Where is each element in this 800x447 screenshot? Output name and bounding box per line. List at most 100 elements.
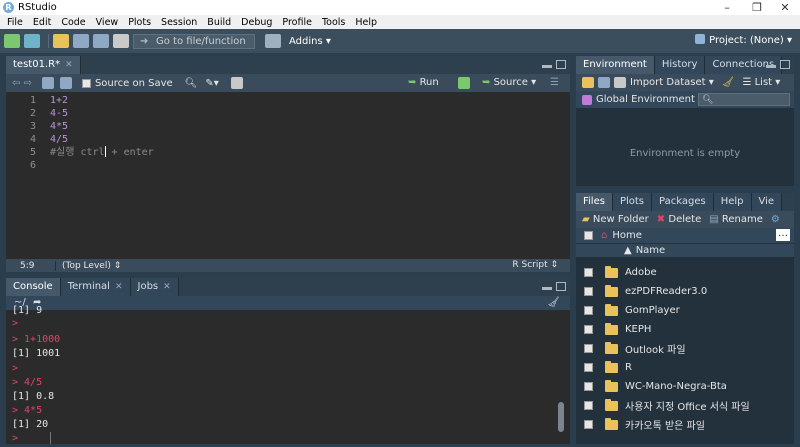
print-icon[interactable] (113, 34, 129, 48)
clear-console-icon[interactable]: 🧹︎ (547, 296, 560, 310)
file-row[interactable]: KEPH (576, 320, 794, 339)
file-row[interactable]: Outlook 파일 (576, 339, 794, 358)
rerun-icon[interactable] (458, 77, 470, 89)
grid-layout-icon[interactable] (265, 34, 281, 48)
broom-icon[interactable]: 🧹︎ (722, 77, 735, 88)
show-in-window-icon[interactable] (41, 77, 54, 89)
file-row[interactable]: WC-Mano-Negra-Bta (576, 377, 794, 396)
menu-profile[interactable]: Profile (282, 17, 312, 28)
scope-selector[interactable]: (Top Level) ⇕ (56, 261, 121, 271)
tab-help[interactable]: Help (713, 193, 752, 211)
maximize-pane-icon[interactable] (780, 60, 790, 69)
rename-button[interactable]: ▤ Rename (709, 214, 763, 225)
outline-icon[interactable]: ☰ (550, 77, 559, 88)
file-row[interactable]: 카카오톡 받은 파일 (576, 415, 794, 434)
run-button[interactable]: ➥ Run (408, 77, 439, 88)
delete-button[interactable]: ✖ Delete (657, 214, 701, 225)
tab-console[interactable]: Console (6, 278, 61, 296)
menu-edit[interactable]: Edit (33, 17, 51, 28)
file-row[interactable]: GomPlayer (576, 301, 794, 320)
new-file-icon[interactable] (4, 34, 20, 48)
maximize-icon[interactable]: ❐ (742, 0, 772, 15)
global-env-selector[interactable]: Global Environment ▾ (596, 94, 703, 105)
select-all-checkbox[interactable] (584, 231, 593, 240)
file-name[interactable]: Adobe (625, 267, 657, 278)
close-icon[interactable]: ✕ (770, 0, 800, 15)
minimize-pane-icon[interactable] (542, 65, 552, 68)
file-checkbox[interactable] (584, 344, 593, 353)
maximize-pane-icon[interactable] (556, 282, 566, 291)
file-name[interactable]: 사용자 지정 Office 서식 파일 (625, 398, 750, 413)
minimize-icon[interactable]: – (712, 0, 742, 15)
source-button[interactable]: ➥ Source ▾ (482, 77, 536, 88)
file-checkbox[interactable] (584, 325, 593, 334)
file-checkbox[interactable] (584, 363, 593, 372)
save-all-icon[interactable] (93, 34, 109, 48)
project-button[interactable]: Project: (None) ▾ (695, 34, 792, 46)
load-workspace-icon[interactable] (582, 77, 594, 88)
tab-close-icon[interactable]: ✕ (65, 60, 73, 70)
addins-button[interactable]: Addins ▾ (289, 36, 331, 47)
environment-search-input[interactable]: 🔍︎ (698, 93, 790, 106)
menu-view[interactable]: View (96, 17, 119, 28)
console-scrollbar[interactable] (558, 402, 564, 432)
search-icon[interactable]: 🔍︎ (185, 78, 198, 89)
tab-test01[interactable]: test01.R* ✕ (6, 56, 81, 74)
file-name[interactable]: R (625, 362, 632, 373)
compile-report-icon[interactable] (230, 77, 243, 89)
file-checkbox[interactable] (584, 287, 593, 296)
tab-close-icon[interactable]: ✕ (163, 282, 171, 292)
file-checkbox[interactable] (584, 268, 593, 277)
file-name[interactable]: KEPH (625, 324, 651, 335)
tab-packages[interactable]: Packages (652, 193, 714, 211)
menu-file[interactable]: File (7, 17, 23, 28)
import-dataset-button[interactable]: Import Dataset ▾ (630, 77, 714, 88)
file-checkbox[interactable] (584, 306, 593, 315)
file-row[interactable]: R (576, 358, 794, 377)
editor-save-icon[interactable] (59, 77, 72, 89)
menu-build[interactable]: Build (207, 17, 231, 28)
menu-session[interactable]: Session (161, 17, 197, 28)
more-path-button[interactable]: … (776, 229, 790, 241)
goto-file-input[interactable]: ➜ Go to file/function (133, 33, 255, 49)
tab-close-icon[interactable]: ✕ (115, 282, 123, 292)
file-name[interactable]: 카카오톡 받은 파일 (625, 417, 705, 432)
menu-debug[interactable]: Debug (241, 17, 272, 28)
file-name[interactable]: GomPlayer (625, 305, 680, 316)
file-checkbox[interactable] (584, 382, 593, 391)
file-row[interactable]: Adobe (576, 263, 794, 282)
maximize-pane-icon[interactable] (556, 60, 566, 69)
menu-plots[interactable]: Plots (128, 17, 151, 28)
tab-viewer[interactable]: Vie (751, 193, 783, 211)
file-name[interactable]: WC-Mano-Negra-Bta (625, 381, 727, 392)
file-name[interactable]: ezPDFReader3.0 (625, 286, 707, 297)
home-link[interactable]: Home (612, 230, 642, 241)
tab-jobs[interactable]: Jobs ✕ (130, 278, 179, 296)
minimize-pane-icon[interactable] (766, 65, 776, 68)
magic-wand-icon[interactable]: ✎▾ (205, 78, 218, 89)
filetype-selector[interactable]: R Script ⇕ (512, 260, 558, 270)
nav-arrows-icon[interactable]: ⇦ ⇨ (12, 78, 32, 89)
console-output[interactable]: [1] 9 > > 1+1000 [1] 1001 > > 4/5 [1] 0.… (6, 305, 570, 444)
file-checkbox[interactable] (584, 401, 593, 410)
more-gear-icon[interactable]: ⚙ (771, 214, 780, 225)
tab-terminal[interactable]: Terminal ✕ (60, 278, 131, 296)
file-checkbox[interactable] (584, 420, 593, 429)
home-icon[interactable]: ⌂ (601, 230, 607, 241)
file-name[interactable]: Outlook 파일 (625, 341, 686, 356)
tab-environment[interactable]: Environment (576, 56, 655, 74)
open-file-icon[interactable] (53, 34, 69, 48)
menu-code[interactable]: Code (61, 17, 85, 28)
save-workspace-icon[interactable] (598, 77, 610, 88)
new-folder-button[interactable]: ▰ New Folder (582, 214, 649, 225)
list-view-button[interactable]: ☰ List ▾ (742, 77, 780, 88)
minimize-pane-icon[interactable] (542, 287, 552, 290)
name-column-header[interactable]: Name (636, 245, 666, 256)
new-project-icon[interactable] (24, 34, 40, 48)
save-icon[interactable] (73, 34, 89, 48)
tab-plots[interactable]: Plots (612, 193, 653, 211)
file-row[interactable]: 사용자 지정 Office 서식 파일 (576, 396, 794, 415)
code-editor[interactable]: 1 1+2 2 4-5 3 4*5 4 4/5 5 #실행 ctrl + enter 6 (6, 92, 570, 259)
tab-history[interactable]: History (654, 56, 706, 74)
source-on-save-checkbox[interactable] (81, 78, 91, 88)
